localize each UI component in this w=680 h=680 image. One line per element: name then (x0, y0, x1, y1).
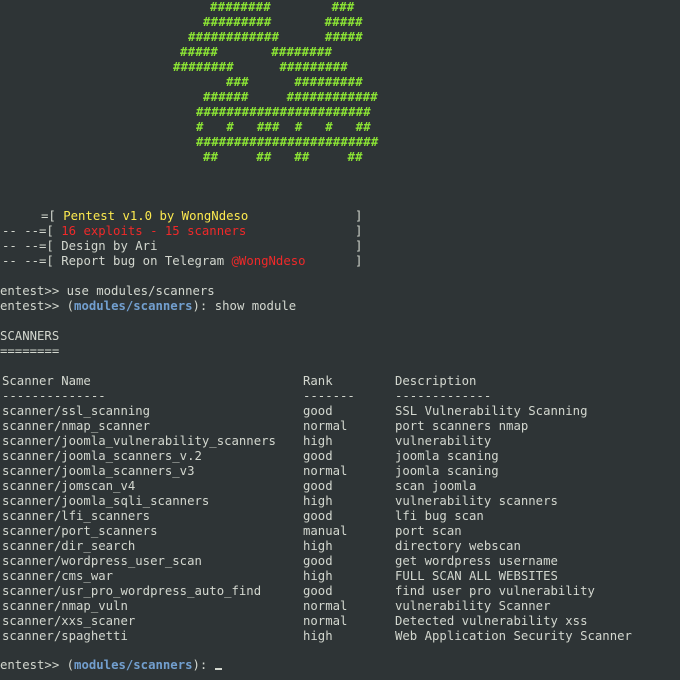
scanner-name: scanner/xxs_scaner (2, 614, 136, 628)
scanner-name: scanner/joomla_scanners_v3 (2, 464, 195, 478)
telegram-handle: @WongNdeso (231, 254, 306, 268)
column-header-name: Scanner Name (2, 374, 91, 388)
scanner-description: vulnerability Scanner (395, 599, 551, 613)
scanner-description: joomla scaning (395, 449, 499, 463)
scanner-description: directory webscan (395, 539, 521, 553)
banner-line: ######################## (196, 135, 379, 149)
scanner-description: Web Application Security Scanner (395, 629, 632, 643)
scanner-rank: normal (303, 464, 348, 478)
info-report: Report bug on Telegram (61, 254, 232, 268)
banner-line: ######## ######### (173, 60, 348, 74)
scanner-name: scanner/port_scanners (2, 524, 158, 538)
scanner-rank: normal (303, 614, 348, 628)
banner-line: ####################### (196, 105, 371, 119)
command-text: use modules/scanners (66, 284, 215, 298)
scanner-name: scanner/joomla_scanners_v.2 (2, 449, 202, 463)
scanner-rank: good (303, 449, 333, 463)
scanner-name: scanner/wordpress_user_scan (2, 554, 202, 568)
scanner-rank: good (303, 509, 333, 523)
scanner-rank: high (303, 629, 333, 643)
info-line-report: -- --=[ Report bug on Telegram @WongNdes… (2, 254, 306, 268)
banner-line: ######## ### (210, 0, 355, 14)
command-line-use: entest>> use modules/scanners (0, 284, 215, 299)
text-cursor[interactable] (214, 668, 222, 670)
scanner-description: port scan (395, 524, 462, 538)
shell-prompt: entest>> (0, 284, 67, 298)
scanner-description: scan joomla (395, 479, 477, 493)
scanner-description: port scanners nmap (395, 419, 529, 433)
info-line-title: =[ Pentest v1.0 by WongNdeso (41, 209, 249, 223)
info-line-exploits: -- --=[ 16 exploits - 15 scanners (2, 224, 247, 238)
terminal-window[interactable]: ######## ### ######### ##### ###########… (0, 0, 680, 680)
module-path: modules/scanners (74, 658, 193, 672)
scanner-name: scanner/joomla_vulnerability_scanners (2, 434, 276, 448)
column-separator: -------------- (2, 389, 106, 403)
scanner-name: scanner/nmap_scanner (2, 419, 151, 433)
scanner-name: scanner/dir_search (2, 539, 136, 553)
scanner-rank: high (303, 569, 333, 583)
banner-line: ##### ######## (180, 45, 333, 59)
scanner-rank: normal (303, 599, 348, 613)
info-design: Design by Ari (61, 239, 158, 253)
scanner-name: scanner/usr_pro_wordpress_auto_find (2, 584, 262, 598)
scanner-name: scanner/spaghetti (2, 629, 128, 643)
scanner-rank: good (303, 554, 333, 568)
scanner-rank: high (303, 434, 333, 448)
scanner-rank: normal (303, 419, 348, 433)
info-line-design: -- --=[ Design by Ari (2, 239, 158, 253)
scanner-description: lfi bug scan (395, 509, 484, 523)
scanner-name: scanner/lfi_scanners (2, 509, 151, 523)
scanner-rank: manual (303, 524, 348, 538)
banner-line: ## ## ## ## (203, 150, 363, 164)
shell-prompt: entest>> (0, 299, 67, 313)
scanner-description: vulnerability scanners (395, 494, 558, 508)
banner-line: ######### ##### (203, 15, 363, 29)
section-underline: ======== (0, 344, 60, 358)
banner-line: # # ### # # ## (196, 120, 371, 134)
scanner-rank: good (303, 479, 333, 493)
scanner-rank: high (303, 494, 333, 508)
scanner-description: find user pro vulnerability (395, 584, 595, 598)
column-separator: ------- (303, 389, 355, 403)
scanner-name: scanner/nmap_vuln (2, 599, 128, 613)
section-heading: SCANNERS (0, 329, 60, 343)
info-title: Pentest v1.0 by WongNdeso (63, 209, 249, 223)
column-header-rank: Rank (303, 374, 333, 388)
column-header-description: Description (395, 374, 477, 388)
scanner-rank: good (303, 584, 333, 598)
banner-line: ### ######### (226, 75, 363, 89)
scanner-name: scanner/cms_war (2, 569, 114, 583)
command-text: show module (214, 299, 297, 313)
scanner-name: scanner/ssl_scanning (2, 404, 151, 418)
scanner-description: FULL SCAN ALL WEBSITES (395, 569, 558, 583)
shell-prompt: entest>> (0, 658, 67, 672)
scanner-description: joomla scaning (395, 464, 499, 478)
banner-line: ############ ##### (188, 30, 363, 44)
info-exploits: 16 exploits - 15 scanners (61, 224, 247, 238)
scanner-description: Detected vulnerability xss (395, 614, 588, 628)
scanner-name: scanner/jomscan_v4 (2, 479, 136, 493)
scanner-description: vulnerability (395, 434, 492, 448)
command-line-show: entest>> (modules/scanners): show module (0, 299, 297, 313)
scanner-rank: good (303, 404, 333, 418)
scanner-description: get wordpress username (395, 554, 558, 568)
command-line-current[interactable]: entest>> (modules/scanners): (0, 658, 222, 673)
scanner-name: scanner/joomla_sqli_scanners (2, 494, 210, 508)
banner-line: ###### ############ (203, 90, 378, 104)
column-separator: ------------- (395, 389, 492, 403)
scanner-description: SSL Vulnerability Scanning (395, 404, 588, 418)
module-path: modules/scanners (74, 299, 193, 313)
scanner-rank: high (303, 539, 333, 553)
